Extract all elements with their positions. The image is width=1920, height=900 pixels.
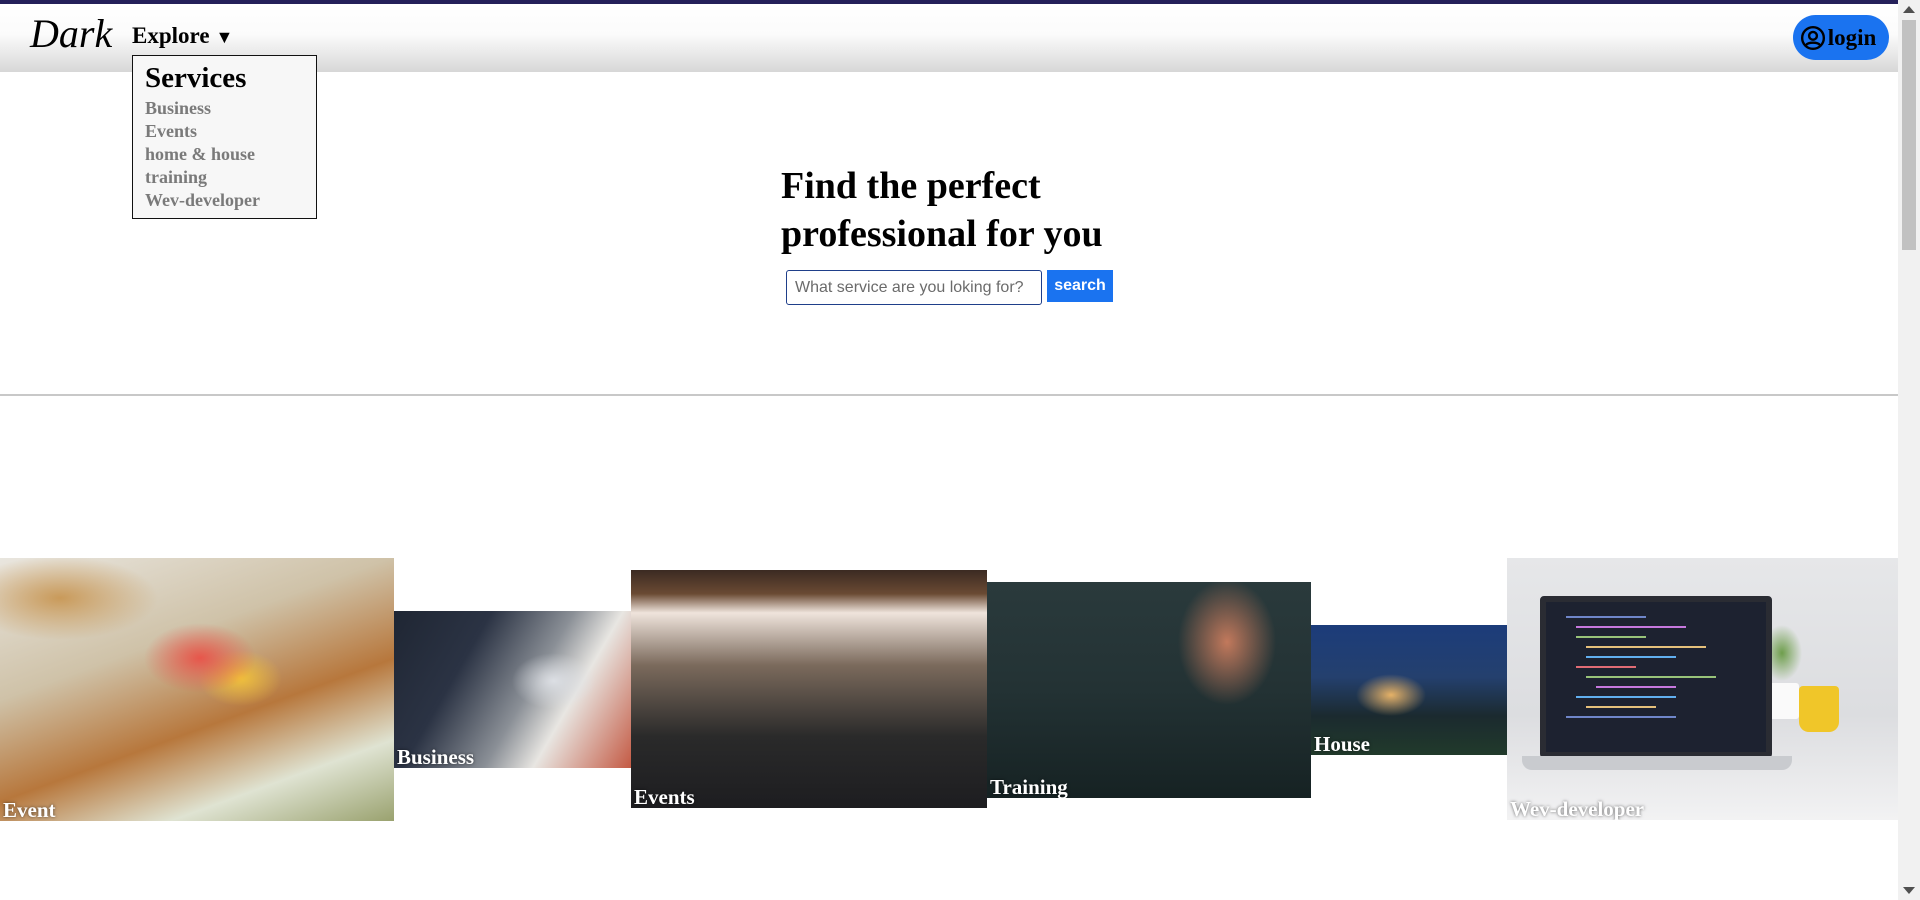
hero-title-line-1: Find the perfect — [781, 165, 1041, 207]
login-label: login — [1827, 24, 1877, 50]
dropdown-title: Services — [145, 62, 247, 94]
scroll-up-arrow-icon[interactable] — [1903, 6, 1915, 13]
laptop-screen-image — [1540, 596, 1772, 758]
gallery-card-event[interactable]: Event — [0, 558, 394, 821]
scrollbar-thumb[interactable] — [1902, 20, 1916, 250]
cup-decoration — [1799, 686, 1839, 732]
logo[interactable]: Dark — [30, 14, 112, 54]
section-divider — [0, 394, 1898, 396]
gallery-card-web-developer[interactable]: Wev-developer — [1507, 558, 1898, 820]
scroll-down-arrow-icon[interactable] — [1903, 887, 1915, 894]
login-button[interactable]: login — [1793, 15, 1889, 60]
dropdown-item-events[interactable]: Events — [145, 120, 304, 143]
dropdown-item-home-house[interactable]: home & house — [145, 143, 304, 166]
laptop-base-image — [1522, 756, 1792, 770]
gallery-card-label: Business — [397, 745, 475, 768]
explore-label: Explore — [132, 23, 210, 48]
gallery-card-label: Wev-developer — [1510, 797, 1645, 820]
dropdown-item-training[interactable]: training — [145, 166, 304, 189]
user-circle-icon — [1800, 25, 1825, 50]
search-input[interactable] — [786, 270, 1042, 305]
hero-title: Find the perfect professional for you — [781, 162, 1103, 258]
gallery-card-training[interactable]: Training — [987, 582, 1311, 798]
gallery-card-label: Events — [634, 785, 695, 808]
caret-down-icon: ▼ — [215, 27, 234, 47]
services-dropdown: Services Business Events home & house tr… — [132, 55, 317, 219]
gallery-card-events[interactable]: Events — [631, 570, 987, 808]
dropdown-item-business[interactable]: Business — [145, 97, 304, 120]
hero-title-line-2: professional for you — [781, 213, 1103, 255]
dropdown-item-web-developer[interactable]: Wev-developer — [145, 189, 304, 212]
gallery-card-business[interactable]: Business — [394, 611, 631, 768]
gallery-card-label: Event — [3, 798, 56, 821]
gallery-card-house[interactable]: House — [1311, 625, 1507, 755]
explore-menu-toggle[interactable]: Explore ▼ — [132, 24, 233, 47]
search-button[interactable]: search — [1047, 270, 1113, 302]
vertical-scrollbar[interactable] — [1898, 0, 1920, 900]
gallery-card-label: House — [1314, 732, 1371, 755]
gallery-card-label: Training — [990, 775, 1068, 798]
